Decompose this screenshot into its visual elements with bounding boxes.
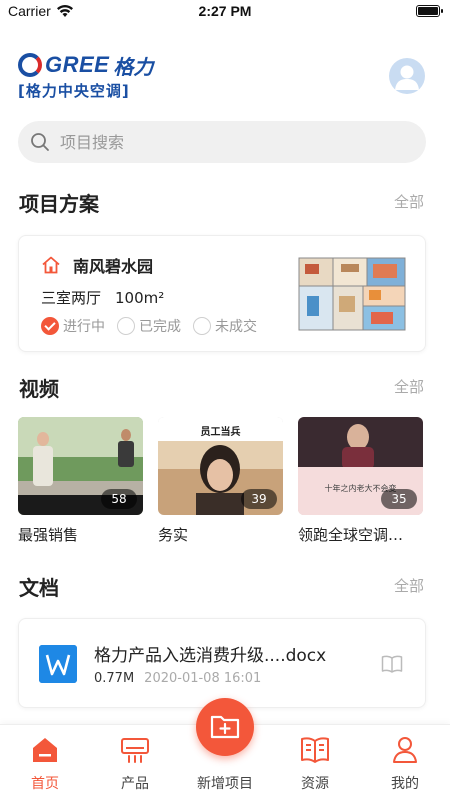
- home-icon: [33, 738, 57, 762]
- floorplan-thumbnail: [297, 256, 409, 334]
- tab-label: 新增项目: [197, 776, 253, 792]
- videos-section-title: 视频: [19, 377, 59, 401]
- docs-section-title: 文档: [19, 576, 59, 600]
- tab-mine[interactable]: 我的: [360, 725, 450, 800]
- tab-label: 首页: [31, 776, 59, 792]
- logo-chinese: 格力: [113, 54, 154, 79]
- search-input[interactable]: [60, 132, 400, 152]
- project-status-group: 进行中 已完成 未成交: [41, 316, 269, 336]
- document-date: 2020-01-08 16:01: [144, 671, 262, 686]
- video-item[interactable]: 十年之内老大不会变 35 领跑全球空调…: [298, 417, 423, 545]
- video-view-count: 58: [101, 489, 137, 509]
- battery-icon: [416, 5, 443, 17]
- book-icon: [301, 737, 329, 763]
- tab-label: 产品: [121, 776, 149, 792]
- air-conditioner-icon: [121, 738, 149, 763]
- person-icon: [393, 737, 417, 763]
- clock: 2:27 PM: [198, 3, 252, 19]
- gree-mark-icon: [18, 53, 42, 77]
- projects-more-link[interactable]: 全部: [394, 191, 424, 212]
- search-bar[interactable]: [18, 121, 426, 163]
- tab-label: 资源: [301, 776, 329, 792]
- status-in-progress[interactable]: 进行中: [41, 316, 105, 336]
- radio-icon: [193, 317, 211, 335]
- home-outline-icon: [42, 256, 60, 274]
- video-view-count: 35: [381, 489, 417, 509]
- videos-more-link[interactable]: 全部: [394, 376, 424, 397]
- word-document-icon: [39, 645, 77, 683]
- document-name: 格力产品入选消费升级....docx: [94, 646, 327, 666]
- tab-resources[interactable]: 资源: [270, 725, 360, 800]
- user-silhouette-icon: [395, 65, 419, 90]
- project-area: 100m²: [115, 289, 165, 307]
- search-icon: [31, 133, 49, 151]
- project-name: 南风碧水园: [73, 257, 154, 276]
- docs-more-link[interactable]: 全部: [394, 575, 424, 596]
- tab-products[interactable]: 产品: [90, 725, 180, 800]
- gree-logo: GREE 格力 [格力中央空调]: [18, 52, 168, 102]
- status-completed[interactable]: 已完成: [117, 316, 181, 336]
- logo-word: GREE: [45, 52, 110, 77]
- video-overlay-text: 员工当兵: [200, 427, 241, 438]
- video-title: 最强销售: [18, 526, 79, 544]
- status-not-closed[interactable]: 未成交: [193, 316, 257, 336]
- video-thumbnail: 员工当兵 39: [158, 417, 283, 515]
- project-layout: 三室两厅: [41, 289, 102, 307]
- document-card[interactable]: 格力产品入选消费升级....docx 0.77M 2020-01-08 16:01: [18, 618, 426, 708]
- tab-home[interactable]: 首页: [0, 725, 90, 800]
- video-thumbnail: 58: [18, 417, 143, 515]
- logo-subtitle: [格力中央空调]: [18, 82, 130, 100]
- radio-icon: [117, 317, 135, 335]
- status-label: 进行中: [63, 319, 105, 335]
- open-book-icon[interactable]: [381, 654, 403, 674]
- video-title: 务实: [158, 526, 189, 544]
- video-thumbnail: 十年之内老大不会变 35: [298, 417, 423, 515]
- status-label: 已完成: [139, 319, 181, 335]
- projects-section-title: 项目方案: [19, 192, 99, 216]
- avatar[interactable]: [389, 58, 425, 94]
- status-label: 未成交: [215, 319, 257, 335]
- checked-radio-icon: [41, 317, 59, 335]
- project-card[interactable]: 南风碧水园 三室两厅 100m² 进行中 已完成 未成交: [18, 235, 426, 352]
- tab-label: 我的: [391, 776, 419, 792]
- video-view-count: 39: [241, 489, 277, 509]
- video-item[interactable]: 58 最强销售: [18, 417, 143, 545]
- document-meta: 0.77M 2020-01-08 16:01: [94, 671, 261, 686]
- add-folder-icon: [210, 715, 240, 739]
- add-project-button[interactable]: [196, 698, 254, 756]
- project-spec: 三室两厅 100m²: [41, 287, 164, 308]
- document-size: 0.77M: [94, 671, 135, 686]
- video-list: 58 最强销售 员工当兵 39 务实 十年之内老大不会变 35 领跑全球空调…: [18, 417, 438, 547]
- video-item[interactable]: 员工当兵 39 务实: [158, 417, 283, 545]
- status-bar: Carrier 2:27 PM: [0, 0, 450, 24]
- video-title: 领跑全球空调…: [298, 526, 404, 544]
